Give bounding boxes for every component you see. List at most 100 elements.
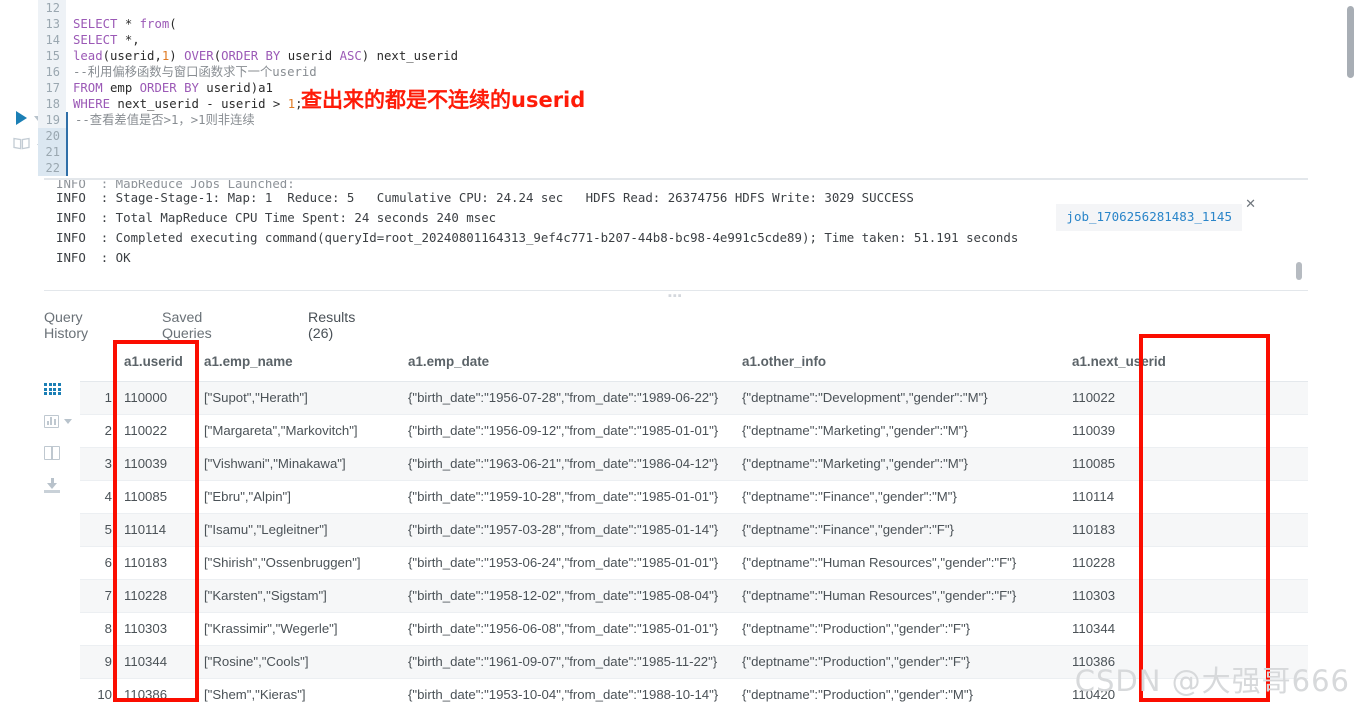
table-cell: 110183	[112, 546, 192, 580]
code-text[interactable]	[66, 128, 75, 144]
line-number: 20	[38, 128, 66, 144]
table-row[interactable]: 7 110228 ["Karsten","Sigstam"] {"birth_date…	[80, 579, 1308, 613]
table-cell: {"birth_date":"1953-06-24","from_date":"…	[396, 546, 730, 580]
table-cell: {"deptname":"Production","gender":"M"}	[730, 678, 1060, 702]
book-icon[interactable]	[13, 137, 30, 155]
row-index-cell: 10	[80, 678, 112, 702]
tab-label: Query History	[44, 310, 89, 342]
code-text[interactable]: WHERE next_userid - userid > 1;	[66, 96, 303, 112]
table-row[interactable]: 10 110386 ["Shem","Kieras"] {"birth_date":"…	[80, 678, 1308, 702]
table-row[interactable]: 4 110085 ["Ebru","Alpin"] {"birth_date":"19…	[80, 480, 1308, 514]
table-row[interactable]: 6 110183 ["Shirish","Ossenbruggen"] {"birth…	[80, 546, 1308, 580]
code-line[interactable]: 19 --查看差值是否>1，>1则非连续	[38, 112, 1362, 128]
table-cell: 110085	[1060, 447, 1308, 481]
column-header-a1-userid[interactable]: a1.userid	[112, 344, 192, 382]
code-line[interactable]: 21	[38, 144, 1362, 160]
table-cell: ["Karsten","Sigstam"]	[192, 579, 396, 613]
table-cell: 110420	[1060, 678, 1308, 702]
hive-query-editor-page: 12 13 SELECT * from(14 SELECT *, 15 lead(user…	[0, 0, 1362, 702]
sql-code-lines[interactable]: 12 13 SELECT * from(14 SELECT *, 15 lead(user…	[38, 0, 1362, 176]
sql-editor-panel[interactable]: 12 13 SELECT * from(14 SELECT *, 15 lead(user…	[0, 0, 1362, 176]
column-header-rownum[interactable]	[80, 344, 112, 382]
code-line[interactable]: 17 FROM emp ORDER BY userid)a1	[38, 80, 1362, 96]
code-text[interactable]	[66, 160, 75, 176]
table-cell: {"deptname":"Production","gender":"F"}	[730, 645, 1060, 679]
table-cell: {"deptname":"Finance","gender":"F"}	[730, 513, 1060, 547]
code-text[interactable]: --查看差值是否>1，>1则非连续	[66, 112, 255, 128]
query-log-console[interactable]: INFO : MapReduce Jobs Launched: INFO : St…	[44, 180, 1308, 290]
code-line[interactable]: 13 SELECT * from(	[38, 16, 1362, 32]
line-number: 15	[38, 48, 66, 64]
code-line[interactable]: 14 SELECT *,	[38, 32, 1362, 48]
code-text[interactable]: SELECT * from(	[66, 16, 177, 32]
rail-item-chart-view[interactable]	[44, 405, 72, 437]
column-header-a1-next_userid[interactable]: a1.next_userid	[1060, 344, 1308, 382]
row-index-cell: 4	[80, 480, 112, 514]
table-row[interactable]: 3 110039 ["Vishwani","Minakawa"] {"birth_da…	[80, 447, 1308, 481]
table-row[interactable]: 5 110114 ["Isamu","Legleitner"] {"birth_dat…	[80, 513, 1308, 547]
grid-icon[interactable]	[44, 383, 61, 395]
code-text[interactable]: --利用偏移函数与窗口函数求下一个userid	[66, 64, 317, 80]
line-number: 13	[38, 16, 66, 32]
code-line[interactable]: 18 WHERE next_userid - userid > 1;	[38, 96, 1362, 112]
code-text[interactable]	[66, 144, 75, 160]
line-number: 14	[38, 32, 66, 48]
bar-chart-icon[interactable]	[44, 414, 59, 428]
column-header-a1-other_info[interactable]: a1.other_info	[730, 344, 1060, 382]
chevron-down-icon[interactable]	[64, 418, 72, 424]
code-line[interactable]: 16 --利用偏移函数与窗口函数求下一个userid	[38, 64, 1362, 80]
row-index-cell: 2	[80, 414, 112, 448]
explain-query-control[interactable]	[4, 132, 45, 160]
line-number: 21	[38, 144, 66, 160]
table-row[interactable]: 1 110000 ["Supot","Herath"] {"birth_date":"…	[80, 381, 1308, 415]
table-cell: {"deptname":"Human Resources","gender":"…	[730, 546, 1060, 580]
console-scrollbar-thumb[interactable]	[1296, 262, 1302, 280]
table-cell: 110386	[1060, 645, 1308, 679]
table-cell: {"deptname":"Marketing","gender":"M"}	[730, 414, 1060, 448]
code-line[interactable]: 20	[38, 128, 1362, 144]
table-cell: 110183	[1060, 513, 1308, 547]
table-cell: {"birth_date":"1953-10-04","from_date":"…	[396, 678, 730, 702]
table-cell: 110039	[112, 447, 192, 481]
table-cell: 110022	[112, 414, 192, 448]
execute-query-control[interactable]	[4, 104, 42, 132]
results-table: a1.userid a1.emp_name a1.emp_date a1.other_…	[80, 344, 1308, 702]
code-text[interactable]: lead(userid,1) OVER(ORDER BY userid ASC)…	[66, 48, 458, 64]
rail-item-grid-view[interactable]	[44, 373, 72, 405]
rail-item-columns-view[interactable]	[44, 437, 72, 469]
results-table-container[interactable]: a1.userid a1.emp_name a1.emp_date a1.other_…	[80, 344, 1308, 702]
row-index-cell: 7	[80, 579, 112, 613]
table-cell: {"birth_date":"1958-12-02","from_date":"…	[396, 579, 730, 613]
code-text[interactable]: SELECT *,	[66, 32, 140, 48]
code-text[interactable]	[66, 0, 73, 16]
table-cell: {"birth_date":"1963-06-21","from_date":"…	[396, 447, 730, 481]
resize-grip[interactable]: ▪▪▪	[668, 291, 690, 302]
table-cell: {"birth_date":"1959-10-28","from_date":"…	[396, 480, 730, 514]
table-row[interactable]: 9 110344 ["Rosine","Cools"] {"birth_date":"…	[80, 645, 1308, 679]
table-cell: 110228	[1060, 546, 1308, 580]
table-row[interactable]: 2 110022 ["Margareta","Markovitch"] {"birth…	[80, 414, 1308, 448]
download-icon[interactable]	[44, 477, 60, 493]
row-index-cell: 3	[80, 447, 112, 481]
code-line[interactable]: 15 lead(userid,1) OVER(ORDER BY userid AS…	[38, 48, 1362, 64]
close-icon[interactable]: ✕	[1245, 196, 1256, 212]
table-row[interactable]: 8 110303 ["Krassimir","Wegerle"] {"birth_da…	[80, 612, 1308, 646]
job-id-link[interactable]: job_1706256281483_1145	[1056, 204, 1242, 231]
editor-scrollbar-thumb[interactable]	[1347, 6, 1354, 78]
code-line[interactable]: 22	[38, 160, 1362, 176]
code-line[interactable]: 12	[38, 0, 1362, 16]
column-header-a1-emp_date[interactable]: a1.emp_date	[396, 344, 730, 382]
table-cell: ["Rosine","Cools"]	[192, 645, 396, 679]
line-number: 18	[38, 96, 66, 112]
table-header-row: a1.userid a1.emp_name a1.emp_date a1.other_…	[80, 344, 1308, 382]
row-index-cell: 8	[80, 612, 112, 646]
column-header-a1-emp_name[interactable]: a1.emp_name	[192, 344, 396, 382]
table-cell: {"birth_date":"1956-07-28","from_date":"…	[396, 381, 730, 415]
code-text[interactable]: FROM emp ORDER BY userid)a1	[66, 80, 273, 96]
columns-icon[interactable]	[44, 446, 60, 460]
rail-item-download[interactable]	[44, 469, 72, 501]
table-cell: ["Shirish","Ossenbruggen"]	[192, 546, 396, 580]
table-cell: ["Ebru","Alpin"]	[192, 480, 396, 514]
play-icon[interactable]	[16, 111, 27, 125]
result-view-rail[interactable]	[44, 373, 72, 501]
